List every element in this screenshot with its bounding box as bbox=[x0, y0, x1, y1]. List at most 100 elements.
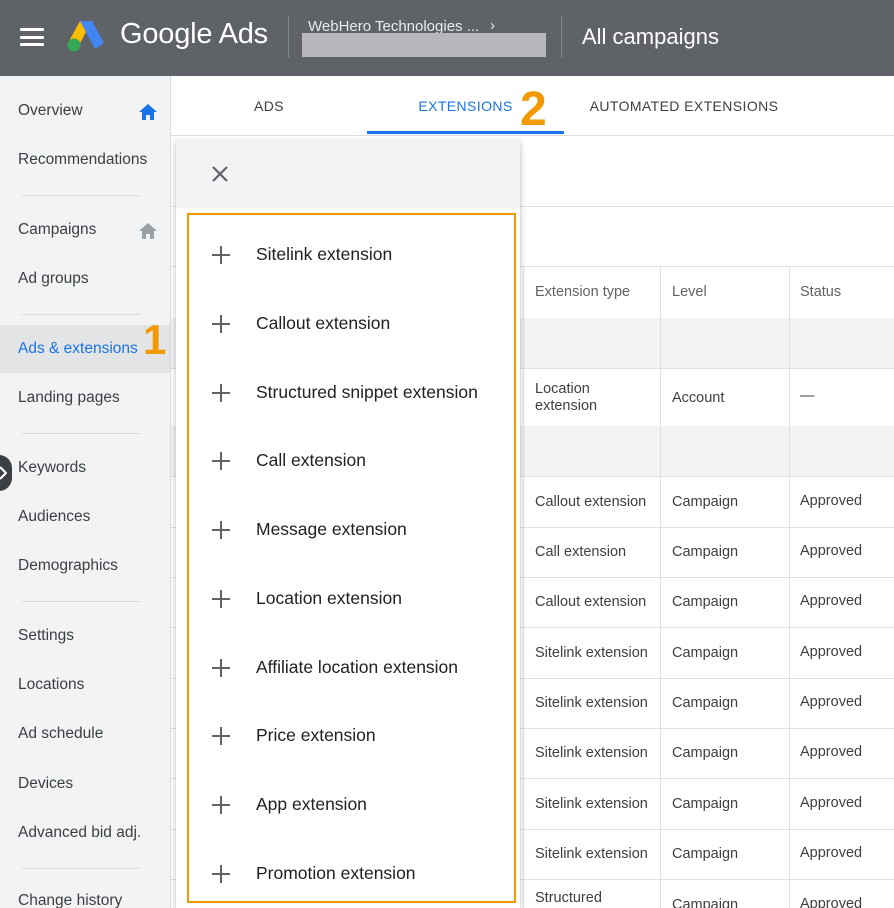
menu-item-price-extension[interactable]: Price extension bbox=[189, 701, 514, 770]
sidebar-item-label: Keywords bbox=[18, 459, 87, 476]
page-title: All campaigns bbox=[582, 24, 719, 49]
sidebar-item-label: Change history bbox=[18, 892, 123, 908]
sidebar-divider bbox=[22, 868, 140, 869]
sidebar-item-devices[interactable]: Devices bbox=[0, 760, 170, 808]
column-header-status[interactable]: Status bbox=[800, 284, 841, 300]
top-app-bar: Google Ads WebHero Technologies ... › Al… bbox=[0, 0, 894, 76]
menu-item-label: Price extension bbox=[256, 725, 376, 745]
add-extension-menu: Sitelink extension Callout extension Str… bbox=[176, 140, 520, 908]
sidebar-divider bbox=[22, 601, 140, 602]
google-ads-logo bbox=[67, 21, 104, 52]
menu-item-label: Affiliate location extension bbox=[256, 657, 459, 677]
menu-item-app-extension[interactable]: App extension bbox=[189, 770, 514, 839]
menu-item-promotion-extension[interactable]: Promotion extension bbox=[189, 839, 514, 908]
table-cell-status: Approved bbox=[800, 744, 863, 760]
step-2-marker: 2 bbox=[520, 83, 547, 136]
table-cell-level: Campaign bbox=[672, 544, 739, 560]
sidebar-item-demographics[interactable]: Demographics bbox=[0, 542, 170, 590]
menu-item-location-extension[interactable]: Location extension bbox=[189, 564, 514, 633]
column-header-level[interactable]: Level bbox=[672, 284, 707, 300]
sidebar-item-advanced-bid-adj[interactable]: Advanced bid adj. bbox=[0, 809, 170, 857]
table-cell-status: Approved bbox=[800, 845, 863, 861]
table-cell-type: Sitelink extension bbox=[535, 846, 648, 862]
column-header-extension-type[interactable]: Extension type bbox=[535, 284, 630, 300]
sidebar-nav: Overview Recommendations Campaigns Ad gr… bbox=[0, 76, 171, 908]
sidebar-item-label: Settings bbox=[18, 627, 75, 644]
table-cell-type: Callout extension bbox=[535, 594, 647, 610]
column-divider bbox=[660, 266, 661, 908]
plus-icon bbox=[212, 658, 230, 677]
sidebar-item-ad-schedule[interactable]: Ad schedule bbox=[0, 710, 170, 758]
menu-item-label: Location extension bbox=[256, 588, 402, 608]
table-cell-level: Account bbox=[672, 390, 725, 406]
menu-item-label: Sitelink extension bbox=[256, 244, 393, 264]
table-cell-status: Approved bbox=[800, 543, 863, 559]
menu-item-label: Callout extension bbox=[256, 313, 391, 333]
sidebar-item-keywords[interactable]: Keywords bbox=[0, 444, 170, 492]
table-cell-type: Sitelink extension bbox=[535, 695, 648, 711]
table-cell-level: Campaign bbox=[672, 645, 739, 661]
column-divider bbox=[789, 266, 790, 908]
header-divider bbox=[561, 16, 562, 58]
sidebar-item-label: Locations bbox=[18, 676, 85, 693]
chevron-right-icon bbox=[0, 466, 7, 480]
sidebar-divider bbox=[22, 433, 140, 434]
close-icon[interactable] bbox=[210, 164, 230, 184]
plus-icon bbox=[212, 314, 230, 333]
table-cell-level: Campaign bbox=[672, 494, 739, 510]
tab-ads[interactable]: ADS bbox=[171, 76, 367, 136]
sidebar-item-landing-pages[interactable]: Landing pages bbox=[0, 374, 170, 422]
table-cell-status: Approved bbox=[800, 593, 863, 609]
table-cell-type: Sitelink extension bbox=[535, 796, 648, 812]
table-cell-type: Call extension bbox=[535, 544, 627, 560]
table-cell-type: Callout extension bbox=[535, 494, 647, 510]
sidebar-item-locations[interactable]: Locations bbox=[0, 661, 170, 709]
table-cell-type: Sitelink extension bbox=[535, 645, 648, 661]
menu-item-callout-extension[interactable]: Callout extension bbox=[189, 289, 514, 358]
sidebar-item-audiences[interactable]: Audiences bbox=[0, 493, 170, 541]
menu-item-call-extension[interactable]: Call extension bbox=[189, 426, 514, 495]
sidebar-item-label: Advanced bid adj. bbox=[18, 824, 142, 841]
sidebar-item-settings[interactable]: Settings bbox=[0, 612, 170, 660]
menu-header bbox=[176, 140, 520, 208]
menu-item-label: Message extension bbox=[256, 519, 407, 539]
hamburger-icon[interactable] bbox=[20, 28, 44, 46]
table-cell-status: Approved bbox=[800, 644, 863, 660]
table-cell-level: Campaign bbox=[672, 695, 739, 711]
tab-automated-extensions[interactable]: AUTOMATED EXTENSIONS bbox=[564, 76, 804, 136]
menu-item-sitelink-extension[interactable]: Sitelink extension bbox=[189, 220, 514, 289]
menu-item-message-extension[interactable]: Message extension bbox=[189, 495, 514, 564]
header-divider bbox=[288, 16, 289, 58]
plus-icon bbox=[212, 451, 230, 470]
plus-icon bbox=[212, 795, 230, 814]
menu-item-affiliate-location-extension[interactable]: Affiliate location extension bbox=[189, 633, 514, 702]
table-cell-status: Approved bbox=[800, 896, 863, 908]
plus-icon bbox=[212, 383, 230, 402]
sidebar-item-label: Ads & extensions bbox=[18, 340, 138, 357]
sidebar-item-ad-groups[interactable]: Ad groups bbox=[0, 255, 170, 303]
sidebar-item-label: Overview bbox=[18, 102, 83, 119]
menu-item-structured-snippet-extension[interactable]: Structured snippet extension bbox=[189, 358, 514, 427]
account-chevron-icon[interactable]: › bbox=[490, 17, 495, 34]
sidebar-divider bbox=[22, 314, 140, 315]
table-cell-status: Approved bbox=[800, 493, 863, 509]
sidebar-item-label: Campaigns bbox=[18, 221, 97, 238]
menu-item-label: Structured snippet extension bbox=[256, 382, 478, 402]
home-icon bbox=[139, 104, 157, 120]
sidebar-item-label: Ad groups bbox=[18, 270, 89, 287]
plus-icon bbox=[212, 245, 230, 264]
sidebar-item-recommendations[interactable]: Recommendations bbox=[0, 136, 170, 184]
table-cell-type: Sitelink extension bbox=[535, 745, 648, 761]
sidebar-item-label: Landing pages bbox=[18, 389, 120, 406]
sidebar-item-label: Devices bbox=[18, 775, 74, 792]
redacted-account-id bbox=[302, 33, 546, 57]
sidebar-item-change-history[interactable]: Change history bbox=[0, 877, 170, 908]
home-icon bbox=[139, 223, 157, 239]
table-cell-status: Approved bbox=[800, 694, 863, 710]
sidebar-item-label: Audiences bbox=[18, 508, 91, 525]
menu-item-label: Promotion extension bbox=[256, 863, 416, 883]
sidebar-item-label: Demographics bbox=[18, 557, 118, 574]
plus-icon bbox=[212, 864, 230, 883]
plus-icon bbox=[212, 589, 230, 608]
menu-item-label: App extension bbox=[256, 794, 367, 814]
